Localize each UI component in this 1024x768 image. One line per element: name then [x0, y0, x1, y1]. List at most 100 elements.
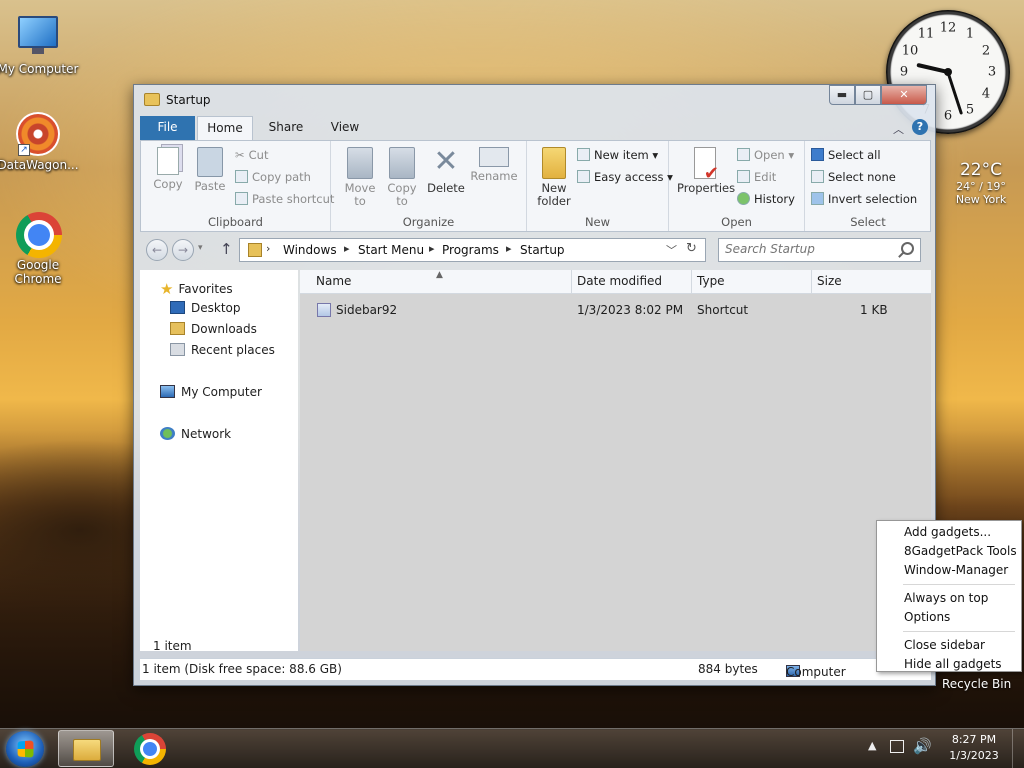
file-name-cell[interactable]: Sidebar92: [317, 303, 397, 317]
search-box[interactable]: [718, 238, 921, 262]
desktop-icon-recycle-bin[interactable]: Recycle Bin: [942, 677, 1011, 691]
clock-number: 4: [981, 86, 991, 102]
menu-item-close-sidebar[interactable]: Close sidebar: [904, 638, 985, 652]
address-bar[interactable]: › Windows ▸ Start Menu ▸ Programs ▸ Star…: [239, 238, 706, 262]
minimize-button[interactable]: ▬: [829, 85, 855, 105]
refresh-icon[interactable]: ↻: [686, 241, 697, 256]
copy-path-button[interactable]: Copy path: [235, 169, 311, 187]
search-input[interactable]: [725, 242, 895, 256]
file-date-cell: 1/3/2023 8:02 PM: [577, 303, 684, 317]
rename-button[interactable]: Rename: [469, 147, 519, 183]
start-button[interactable]: [6, 731, 44, 767]
weather-gadget[interactable]: 22°C 24° / 19° New York: [946, 160, 1016, 206]
paste-shortcut-button[interactable]: Paste shortcut: [235, 191, 334, 209]
properties-button[interactable]: Properties: [677, 147, 735, 195]
open-button[interactable]: Open ▾: [737, 147, 794, 165]
nav-desktop[interactable]: Desktop: [170, 301, 241, 315]
menu-item-add-gadgets[interactable]: Add gadgets...: [904, 525, 991, 539]
history-icon: [737, 192, 750, 205]
select-group: Select all Select none Invert selection …: [805, 141, 931, 231]
network-tray-icon[interactable]: [890, 740, 904, 753]
move-to-button[interactable]: Move to: [337, 147, 383, 208]
nav-network[interactable]: Network: [160, 427, 231, 441]
nav-favorites[interactable]: ★ Favorites: [160, 280, 233, 298]
gadget-context-menu: Add gadgets... 8GadgetPack Tools Window-…: [876, 520, 1022, 672]
close-button[interactable]: ✕: [881, 85, 927, 105]
nav-my-computer[interactable]: My Computer: [160, 385, 262, 399]
desktop-icon: [170, 301, 185, 314]
breadcrumb-startup[interactable]: Startup: [520, 243, 565, 257]
desktop-icon-my-computer[interactable]: My Computer: [0, 8, 80, 76]
clock-number: 11: [917, 26, 935, 42]
select-none-button[interactable]: Select none: [811, 169, 896, 187]
breadcrumb-windows[interactable]: Windows: [283, 243, 337, 257]
maximize-button[interactable]: ▢: [855, 85, 881, 105]
search-icon[interactable]: [901, 242, 914, 255]
taskbar-chrome-button[interactable]: [122, 730, 178, 767]
tab-home[interactable]: Home: [197, 116, 253, 140]
clock-number: 5: [965, 102, 975, 118]
shortcut-icon: [317, 303, 331, 317]
taskbar: ▲ 🔊 8:27 PM 1/3/2023: [0, 728, 1024, 768]
column-header-name[interactable]: ▲ Name: [300, 270, 572, 294]
new-group-label: New: [584, 215, 611, 229]
recent-locations-icon[interactable]: ▾: [198, 243, 203, 253]
clock-tray[interactable]: 8:27 PM 1/3/2023: [944, 732, 1004, 764]
tab-view[interactable]: View: [320, 116, 370, 140]
show-desktop-button[interactable]: [1012, 729, 1024, 768]
menu-item-options[interactable]: Options: [904, 610, 950, 624]
breadcrumb-separator[interactable]: ▸: [344, 242, 350, 255]
menu-item-hide-all-gadgets[interactable]: Hide all gadgets: [904, 657, 1002, 671]
help-icon[interactable]: ?: [912, 119, 928, 135]
invert-selection-button[interactable]: Invert selection: [811, 191, 917, 209]
ribbon-collapse-icon[interactable]: ︿: [893, 121, 904, 137]
tab-share[interactable]: Share: [261, 116, 311, 140]
copy-to-icon: [389, 147, 415, 179]
back-button[interactable]: ←: [146, 239, 168, 261]
computer-icon: [18, 16, 58, 54]
volume-icon[interactable]: 🔊: [913, 737, 932, 755]
clock-number: 1: [965, 26, 975, 42]
chrome-icon: [134, 733, 166, 765]
column-header-size[interactable]: Size: [812, 270, 931, 294]
cut-button[interactable]: ✂ Cut: [235, 147, 268, 165]
forward-button[interactable]: →: [172, 239, 194, 261]
menu-item-8gadgetpack-tools[interactable]: 8GadgetPack Tools: [904, 544, 1017, 558]
nav-recent-places[interactable]: Recent places: [170, 343, 275, 357]
breadcrumb-programs[interactable]: Programs: [442, 243, 499, 257]
nav-downloads[interactable]: Downloads: [170, 322, 257, 336]
delete-button[interactable]: ✕ Delete: [423, 147, 469, 195]
easy-access-button[interactable]: Easy access ▾: [577, 169, 673, 187]
tab-file[interactable]: File: [140, 116, 195, 140]
address-dropdown-icon[interactable]: ﹀: [666, 242, 677, 258]
new-item-button[interactable]: New item ▾: [577, 147, 658, 165]
copy-to-button[interactable]: Copy to: [379, 147, 425, 208]
column-header-type[interactable]: Type: [692, 270, 812, 294]
menu-item-window-manager[interactable]: Window-Manager: [904, 563, 1008, 577]
desktop-icon-google-chrome[interactable]: Google Chrome: [0, 212, 80, 286]
column-header-date[interactable]: Date modified: [572, 270, 692, 294]
clock-number: 2: [981, 43, 991, 59]
folder-icon: [73, 739, 101, 761]
desktop-icon-label: DataWagon...: [0, 158, 79, 172]
menu-item-always-on-top[interactable]: Always on top: [904, 591, 988, 605]
breadcrumb-start-menu[interactable]: Start Menu: [358, 243, 424, 257]
computer-icon: [160, 385, 175, 398]
breadcrumb-separator: ›: [266, 242, 271, 255]
taskbar-explorer-button[interactable]: [58, 730, 114, 767]
select-all-button[interactable]: Select all: [811, 147, 881, 165]
breadcrumb-separator[interactable]: ▸: [506, 242, 512, 255]
clipboard-group-label: Clipboard: [208, 215, 263, 229]
new-folder-button[interactable]: New folder: [531, 147, 577, 208]
show-hidden-icons-icon[interactable]: ▲: [868, 739, 876, 752]
table-row[interactable]: Sidebar92 1/3/2023 8:02 PM Shortcut 1 KB: [300, 301, 931, 321]
title-bar[interactable]: Startup ▬ ▢ ✕: [134, 85, 935, 115]
copy-button[interactable]: Copy: [145, 147, 191, 191]
breadcrumb-separator[interactable]: ▸: [429, 242, 435, 255]
easy-access-icon: [577, 170, 590, 183]
edit-button[interactable]: Edit: [737, 169, 776, 187]
paste-button[interactable]: Paste: [187, 147, 233, 193]
up-arrow-icon[interactable]: ↑: [220, 240, 233, 258]
desktop-icon-datawagon[interactable]: ↗ DataWagon...: [0, 112, 80, 172]
history-button[interactable]: History: [737, 191, 795, 209]
